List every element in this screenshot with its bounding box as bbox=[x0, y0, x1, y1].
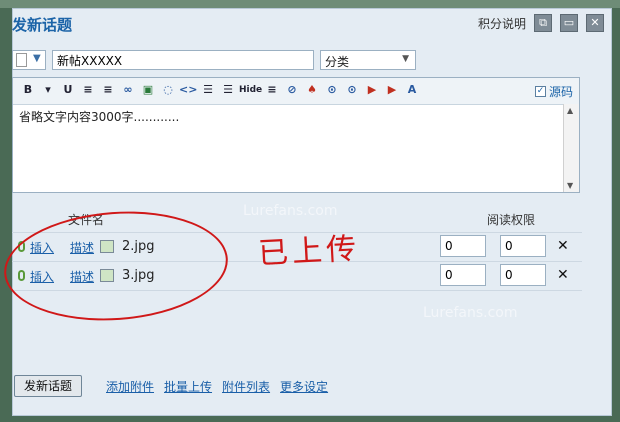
maximize-icon[interactable]: ▭ bbox=[560, 14, 578, 32]
editor-content[interactable]: 省略文字内容3000字............ bbox=[19, 108, 559, 125]
font-dropdown-icon[interactable]: ▾ bbox=[39, 81, 57, 99]
dialog-footer: 发新话题 添加附件 批量上传 附件列表 更多设定 bbox=[14, 375, 328, 397]
code-icon[interactable]: <> bbox=[179, 81, 197, 99]
underline-button[interactable]: U bbox=[59, 81, 77, 99]
source-label: 源码 bbox=[548, 85, 573, 99]
read-permission-input[interactable] bbox=[440, 235, 486, 257]
chevron-down-icon: ▼ bbox=[33, 53, 41, 64]
footer-links: 添加附件 批量上传 附件列表 更多设定 bbox=[106, 378, 328, 395]
price-input[interactable] bbox=[500, 235, 546, 257]
read-permission-input[interactable] bbox=[440, 264, 486, 286]
scroll-down-icon[interactable]: ▼ bbox=[567, 181, 573, 190]
bold-button[interactable]: B bbox=[19, 81, 37, 99]
hide-button[interactable]: Hide bbox=[239, 81, 262, 99]
unordered-list-icon[interactable]: ☰ bbox=[219, 81, 237, 99]
audio-icon[interactable]: ▶ bbox=[383, 81, 401, 99]
titlebar-controls: 积分说明 ⧉ ▭ ✕ bbox=[478, 14, 604, 32]
post-topic-button[interactable]: 发新话题 bbox=[14, 375, 82, 397]
price-input[interactable] bbox=[500, 264, 546, 286]
category-select[interactable]: 分类 ▼ bbox=[320, 50, 416, 70]
popout-icon[interactable]: ⧉ bbox=[534, 14, 552, 32]
flash-icon[interactable]: ⊘ bbox=[283, 81, 301, 99]
background-strip bbox=[0, 0, 620, 8]
qq-icon[interactable]: ♠ bbox=[303, 81, 321, 99]
ordered-list-icon[interactable]: ☰ bbox=[199, 81, 217, 99]
dialog-titlebar: 发新话题 积分说明 ⧉ ▭ ✕ bbox=[12, 14, 610, 34]
editor: B ▾ U ≡ ≡ ∞ ▣ ◌ <> ☰ ☰ Hide ≡ ⊘ ♠ ⊙ ⊙ ▶ … bbox=[12, 77, 580, 193]
handwritten-annotation: 已上传 bbox=[257, 231, 362, 272]
watermark: Lurefans.com bbox=[423, 305, 518, 321]
clear-format-icon[interactable]: A bbox=[403, 81, 421, 99]
source-checkbox[interactable]: ✓ bbox=[534, 86, 546, 97]
media-icon[interactable]: ▶ bbox=[363, 81, 381, 99]
align-left-icon[interactable]: ≡ bbox=[99, 81, 117, 99]
batch-upload-link[interactable]: 批量上传 bbox=[164, 378, 212, 395]
points-link[interactable]: 积分说明 bbox=[478, 15, 526, 32]
image-icon[interactable]: ▣ bbox=[139, 81, 157, 99]
dialog-title: 发新话题 bbox=[12, 16, 73, 34]
align-center-icon[interactable]: ≡ bbox=[79, 81, 97, 99]
toolbar-buttons: B ▾ U ≡ ≡ ∞ ▣ ◌ <> ☰ ☰ Hide ≡ ⊘ ♠ ⊙ ⊙ ▶ … bbox=[19, 81, 421, 99]
realplayer-icon[interactable]: ⊙ bbox=[323, 81, 341, 99]
category-selected: 分类 bbox=[325, 55, 350, 69]
close-icon[interactable]: ✕ bbox=[586, 14, 604, 32]
link-icon[interactable]: ∞ bbox=[119, 81, 137, 99]
scroll-up-icon[interactable]: ▲ bbox=[567, 106, 573, 115]
realmedia-icon[interactable]: ⊙ bbox=[343, 81, 361, 99]
delete-icon[interactable]: ✕ bbox=[557, 267, 569, 283]
post-type-dropdown[interactable]: ▼ bbox=[12, 50, 46, 70]
justify-icon[interactable]: ≡ bbox=[263, 81, 281, 99]
subject-input[interactable] bbox=[52, 50, 314, 70]
add-attachment-link[interactable]: 添加附件 bbox=[106, 378, 154, 395]
chevron-down-icon: ▼ bbox=[402, 54, 409, 64]
editor-scrollbar[interactable]: ▲ ▼ bbox=[563, 104, 579, 192]
editor-toolbar: B ▾ U ≡ ≡ ∞ ▣ ◌ <> ☰ ☰ Hide ≡ ⊘ ♠ ⊙ ⊙ ▶ … bbox=[13, 78, 579, 105]
source-toggle[interactable]: ✓ 源码 bbox=[534, 83, 573, 100]
emoticon-icon[interactable]: ◌ bbox=[159, 81, 177, 99]
more-settings-link[interactable]: 更多设定 bbox=[280, 378, 328, 395]
subject-bar: ▼ 分类 ▼ bbox=[12, 50, 582, 72]
delete-icon[interactable]: ✕ bbox=[557, 238, 569, 254]
permission-header: 阅读权限 bbox=[487, 213, 536, 227]
attachment-list-link[interactable]: 附件列表 bbox=[222, 378, 270, 395]
document-icon bbox=[16, 53, 27, 67]
